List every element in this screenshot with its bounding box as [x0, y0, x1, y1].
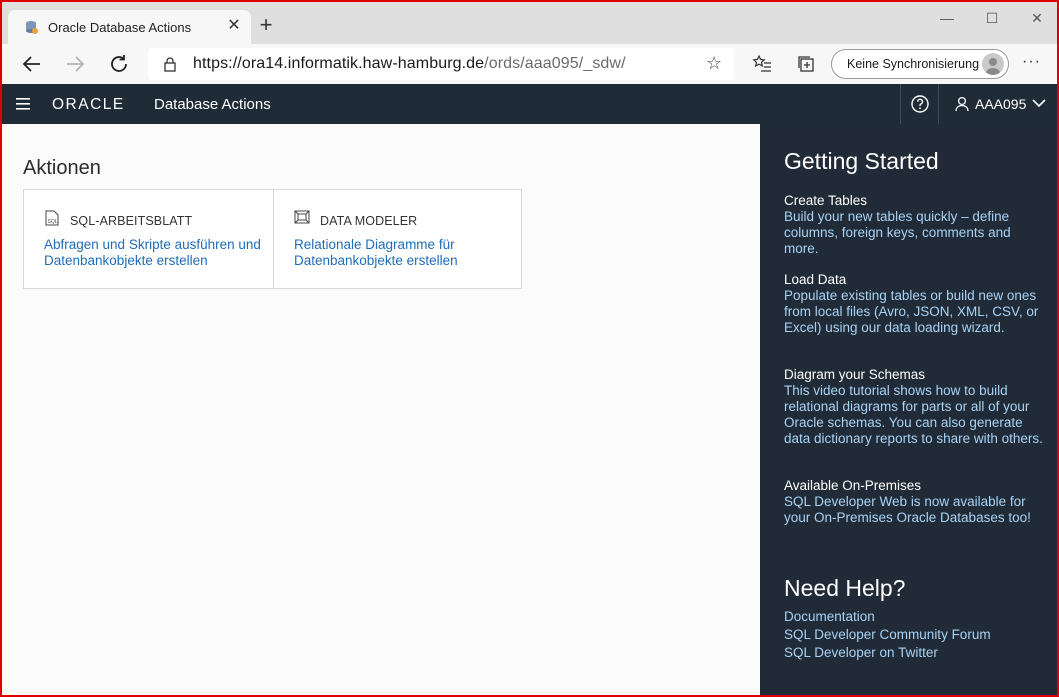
profile-avatar — [982, 53, 1004, 75]
section-create-tables[interactable]: Create Tables Build your new tables quic… — [784, 193, 1046, 257]
getting-started-title: Getting Started — [784, 148, 939, 174]
card-data-modeler[interactable]: DATA MODELER Relationale Diagramme für D… — [273, 190, 522, 288]
header-divider — [900, 84, 901, 124]
hamburger-menu-icon[interactable] — [16, 98, 30, 110]
user-icon[interactable] — [954, 96, 970, 112]
section-text[interactable]: This video tutorial shows how to build r… — [784, 383, 1046, 447]
browser-toolbar: https://ora14.informatik.haw-hamburg.de/… — [2, 44, 1057, 84]
back-icon[interactable] — [20, 52, 44, 76]
app-header: ORACLE Database Actions AAA095 — [2, 84, 1057, 124]
card-sql-worksheet[interactable]: SQL SQL-ARBEITSBLATT Abfragen und Skript… — [24, 190, 273, 288]
lock-icon — [164, 57, 176, 72]
app-title: Database Actions — [154, 96, 271, 113]
card-description-link[interactable]: Relationale Diagramme für Datenbankobjek… — [294, 237, 514, 269]
section-load-data[interactable]: Load Data Populate existing tables or bu… — [784, 272, 1046, 336]
section-text[interactable]: Build your new tables quickly – define c… — [784, 209, 1046, 257]
collections-icon[interactable] — [796, 54, 816, 74]
more-options-icon[interactable]: ··· — [1022, 53, 1041, 71]
main-content: Aktionen SQL SQL-ARBEITSBLATT Abfragen u… — [2, 124, 760, 695]
section-diagram-schemas[interactable]: Diagram your Schemas This video tutorial… — [784, 367, 1046, 447]
oracle-logo: ORACLE — [52, 96, 125, 111]
section-text[interactable]: Populate existing tables or build new on… — [784, 288, 1046, 336]
card-title: DATA MODELER — [320, 214, 418, 228]
header-divider — [938, 84, 939, 124]
user-menu[interactable]: AAA095 — [975, 96, 1026, 112]
getting-started-panel: Getting Started Create Tables Build your… — [760, 124, 1057, 695]
section-title: Diagram your Schemas — [784, 367, 926, 382]
forward-icon[interactable] — [63, 52, 87, 76]
tab-title: Oracle Database Actions — [48, 20, 192, 35]
page-title: Aktionen — [23, 157, 101, 179]
browser-tab[interactable]: Oracle Database Actions ✕ — [8, 10, 251, 44]
card-description-link[interactable]: Abfragen und Skripte ausführen und Daten… — [44, 237, 264, 269]
database-favicon-icon — [26, 21, 38, 34]
new-tab-icon[interactable]: + — [256, 14, 276, 36]
sql-file-icon: SQL — [45, 210, 59, 226]
documentation-link[interactable]: Documentation — [784, 608, 875, 626]
favorite-star-icon[interactable]: ☆ — [706, 54, 724, 72]
twitter-link[interactable]: SQL Developer on Twitter — [784, 644, 938, 662]
sync-button[interactable]: Keine Synchronisierung — [831, 49, 1009, 79]
favorites-icon[interactable] — [752, 54, 772, 74]
url-text: https://ora14.informatik.haw-hamburg.de/… — [193, 55, 626, 72]
svg-text:ORACLE: ORACLE — [52, 96, 125, 111]
action-cards: SQL SQL-ARBEITSBLATT Abfragen und Skript… — [23, 189, 522, 289]
address-bar[interactable]: https://ora14.informatik.haw-hamburg.de/… — [148, 48, 734, 80]
section-title: Load Data — [784, 272, 847, 287]
sync-label: Keine Synchronisierung — [847, 57, 980, 71]
close-window-icon[interactable]: ✕ — [1022, 10, 1052, 32]
chevron-down-icon[interactable] — [1032, 98, 1046, 108]
section-title: Available On-Premises — [784, 478, 922, 493]
close-tab-icon[interactable]: ✕ — [225, 17, 243, 35]
section-on-premises[interactable]: Available On-Premises SQL Developer Web … — [784, 478, 1046, 526]
community-forum-link[interactable]: SQL Developer Community Forum — [784, 626, 991, 644]
data-modeler-icon — [294, 210, 310, 224]
help-icon[interactable] — [910, 94, 930, 114]
refresh-icon[interactable] — [107, 52, 131, 76]
svg-text:SQL: SQL — [48, 219, 58, 225]
need-help-title: Need Help? — [784, 575, 906, 601]
section-title: Create Tables — [784, 193, 868, 208]
maximize-icon[interactable]: ☐ — [977, 10, 1007, 32]
card-title: SQL-ARBEITSBLATT — [70, 214, 193, 228]
browser-tab-strip: Oracle Database Actions ✕ + — ☐ ✕ — [2, 2, 1057, 44]
minimize-icon[interactable]: — — [932, 10, 962, 32]
section-text[interactable]: SQL Developer Web is now available for y… — [784, 494, 1046, 526]
